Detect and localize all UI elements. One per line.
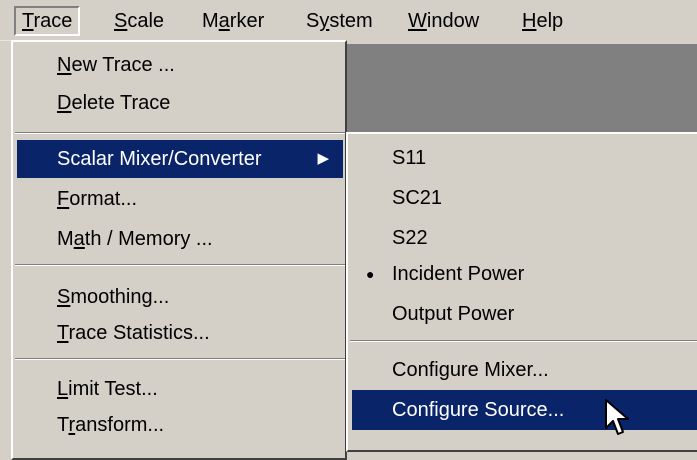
submenu-item-s22[interactable]: S22 xyxy=(352,218,697,258)
menu-item-delete-trace[interactable]: Delete Trace xyxy=(17,84,343,122)
submenu-item-s11[interactable]: S11 xyxy=(352,138,697,178)
menu-item-math-memory[interactable]: Math / Memory ... xyxy=(17,220,343,258)
menu-trace[interactable]: Trace xyxy=(14,6,81,36)
submenu-item-sc21[interactable]: SC21 xyxy=(352,178,697,218)
menu-item-transform[interactable]: Transform... xyxy=(17,406,343,444)
menu-item-trace-statistics[interactable]: Trace Statistics... xyxy=(17,314,343,352)
menu-trace-label: race xyxy=(33,10,73,32)
menu-marker[interactable]: Marker xyxy=(196,6,270,36)
menu-help[interactable]: Help xyxy=(516,6,569,36)
menu-scale[interactable]: Scale xyxy=(108,6,170,36)
menu-bar: Trace Scale Marker System Window Help xyxy=(0,0,697,41)
trace-menu-dropdown: New Trace ... Delete Trace Scalar Mixer/… xyxy=(11,40,347,460)
menu-separator xyxy=(15,264,345,266)
menu-trace-mnemonic: T xyxy=(22,10,34,32)
mouse-pointer-icon xyxy=(605,399,629,435)
menu-separator xyxy=(15,132,345,134)
workspace-background xyxy=(330,44,697,134)
menu-system[interactable]: System xyxy=(300,6,379,36)
menu-item-new-trace[interactable]: New Trace ... xyxy=(17,46,343,84)
submenu-item-incident-power[interactable]: ● Incident Power xyxy=(352,254,697,294)
radio-bullet-icon: ● xyxy=(366,266,375,282)
menu-separator xyxy=(15,358,345,360)
menu-item-smoothing[interactable]: Smoothing... xyxy=(17,278,343,316)
submenu-arrow-icon: ▶ xyxy=(317,150,329,167)
menu-item-format[interactable]: Format... xyxy=(17,180,343,218)
submenu-separator xyxy=(350,340,697,342)
submenu-item-output-power[interactable]: Output Power xyxy=(352,294,697,334)
submenu-item-configure-source[interactable]: Configure Source... xyxy=(352,390,697,430)
scalar-mixer-submenu: S11 SC21 S22 ● Incident Power Output Pow… xyxy=(346,132,697,452)
submenu-item-configure-mixer[interactable]: Configure Mixer... xyxy=(352,350,697,390)
menu-item-limit-test[interactable]: Limit Test... xyxy=(17,370,343,408)
menu-item-scalar-mixer-converter[interactable]: Scalar Mixer/Converter ▶ xyxy=(17,140,343,178)
menu-window[interactable]: Window xyxy=(402,6,485,36)
